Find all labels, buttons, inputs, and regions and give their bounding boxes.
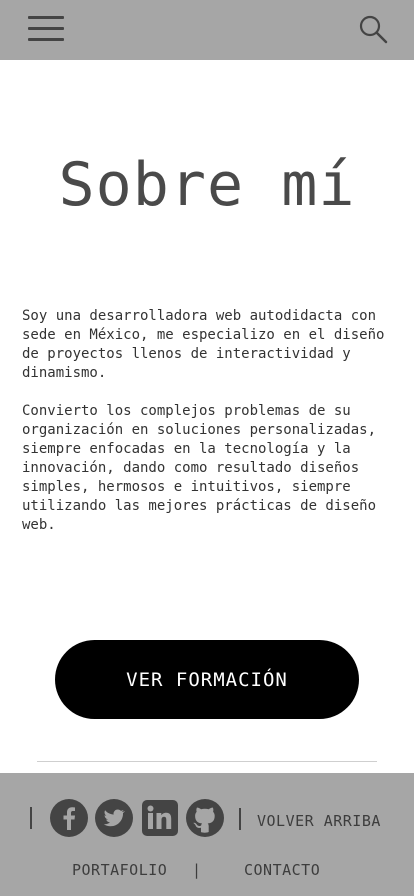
linkedin-icon[interactable] bbox=[141, 799, 179, 837]
facebook-icon[interactable] bbox=[50, 799, 88, 837]
separator-bar bbox=[239, 808, 241, 830]
menu-bar bbox=[28, 38, 64, 41]
contacto-link[interactable]: CONTACTO bbox=[244, 861, 320, 879]
about-paragraph-1: Soy una desarrolladora web autodidacta c… bbox=[22, 308, 385, 381]
hamburger-menu-button[interactable] bbox=[28, 16, 64, 42]
github-icon[interactable] bbox=[186, 799, 224, 837]
twitter-icon[interactable] bbox=[95, 799, 133, 837]
menu-bar bbox=[28, 16, 64, 19]
ver-formacion-button[interactable]: VER FORMACIÓN bbox=[55, 640, 359, 719]
portafolio-link[interactable]: PORTAFOLIO bbox=[72, 861, 167, 879]
divider bbox=[37, 761, 377, 762]
footer: VOLVER ARRIBA PORTAFOLIO | CONTACTO bbox=[0, 773, 414, 896]
about-paragraph-2: Convierto los complejos problemas de su … bbox=[22, 403, 377, 533]
search-icon[interactable] bbox=[358, 14, 388, 44]
back-to-top-link[interactable]: VOLVER ARRIBA bbox=[257, 812, 381, 830]
separator-bar bbox=[30, 807, 32, 829]
page-title: Sobre mí bbox=[58, 150, 356, 220]
footer-separator: | bbox=[192, 861, 202, 879]
menu-bar bbox=[28, 27, 64, 30]
top-header bbox=[0, 0, 414, 60]
